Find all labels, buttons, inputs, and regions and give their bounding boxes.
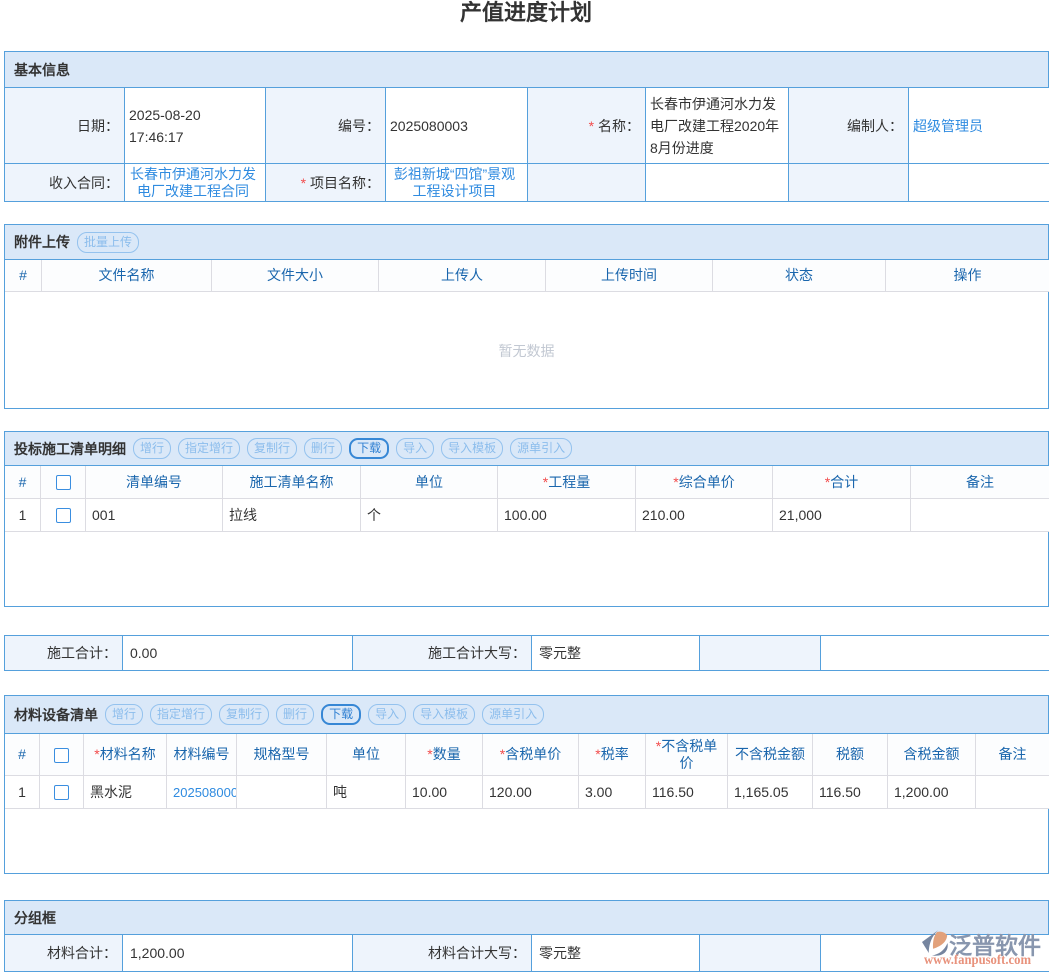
svg-text:www.fanpusoft.com: www.fanpusoft.com — [924, 953, 1031, 968]
